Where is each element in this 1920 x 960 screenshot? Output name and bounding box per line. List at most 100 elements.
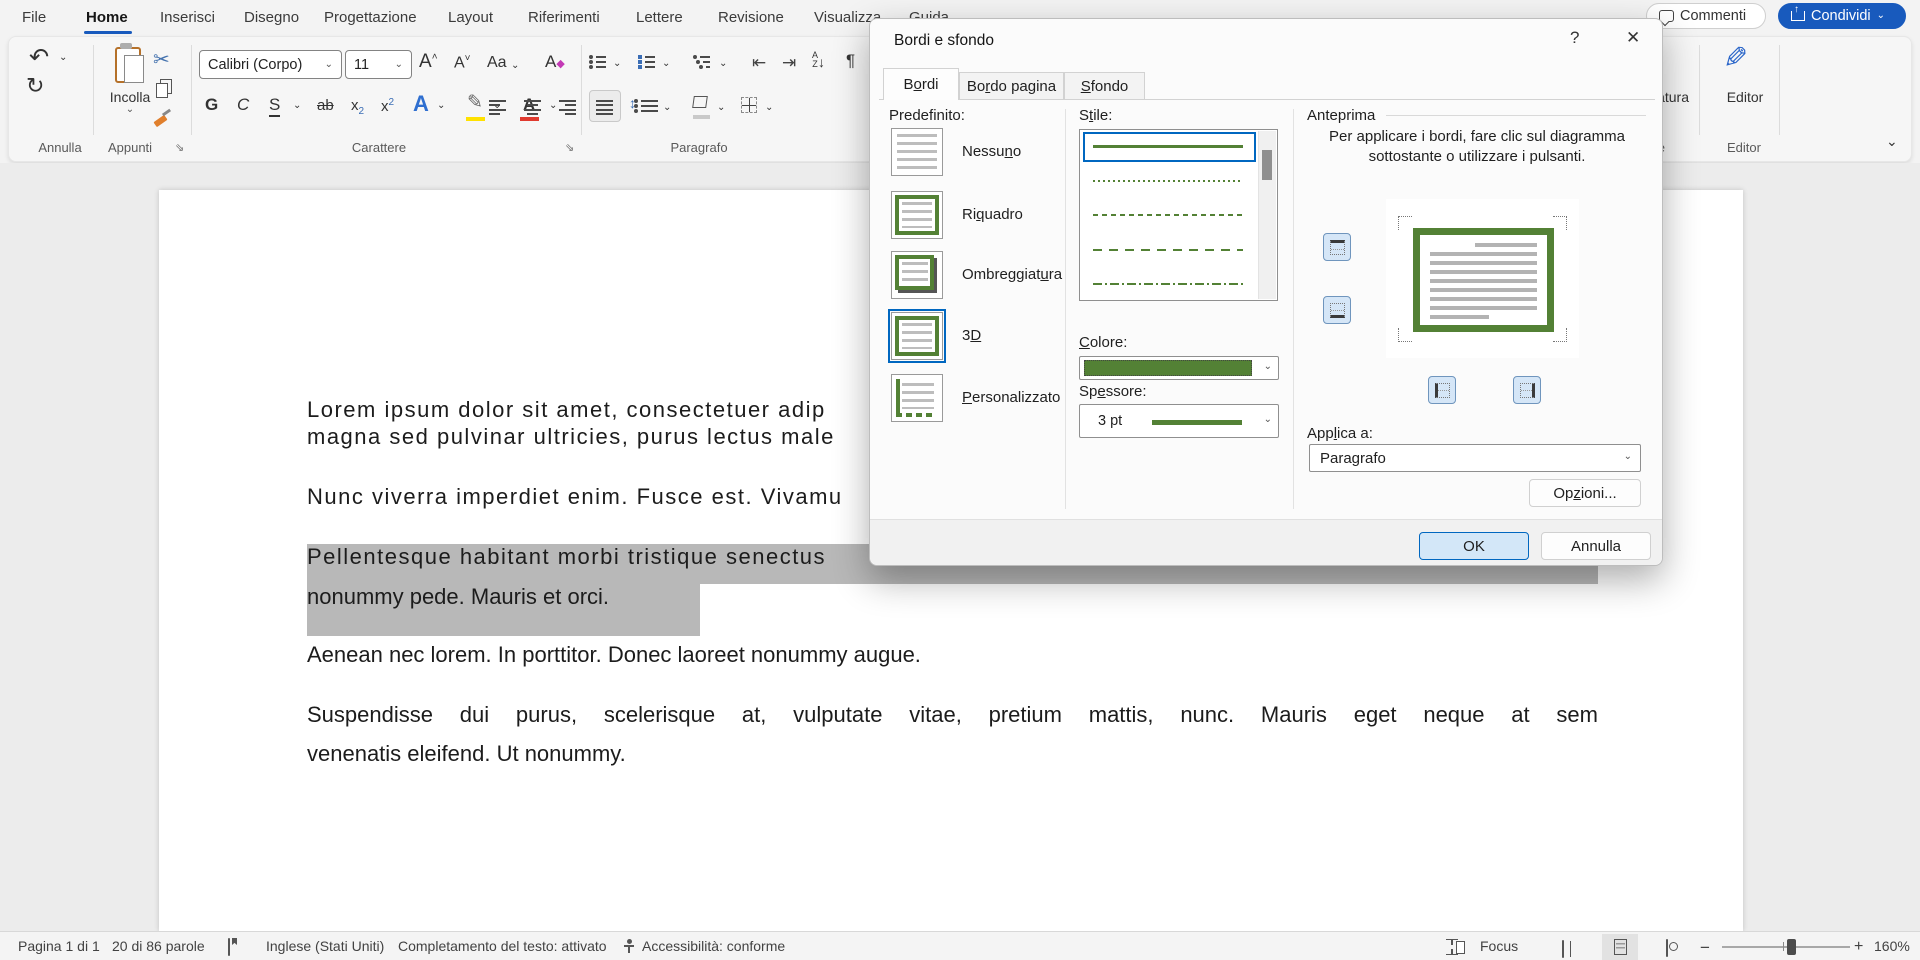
align-right-icon[interactable] xyxy=(559,97,576,118)
align-center-icon[interactable] xyxy=(524,97,541,118)
editor-button[interactable]: Editor xyxy=(1715,89,1775,105)
change-case-button[interactable]: Aa xyxy=(487,54,507,72)
style-option-dotted[interactable] xyxy=(1093,180,1243,182)
zoom-out-button[interactable]: − xyxy=(1700,938,1710,958)
word-count[interactable]: 20 di 86 parole xyxy=(112,938,205,954)
shrink-font-button[interactable]: A˅ xyxy=(454,53,471,72)
multilevel-list-icon[interactable] xyxy=(693,53,710,71)
preset-label-ombreggiatura[interactable]: Ombreggiatura xyxy=(962,266,1062,283)
style-listbox[interactable] xyxy=(1079,129,1278,301)
numbering-chevron-icon[interactable]: ⌄ xyxy=(662,59,670,69)
shading-icon[interactable] xyxy=(693,95,710,119)
toggle-left-border-button[interactable] xyxy=(1428,376,1456,404)
bullets-icon[interactable] xyxy=(589,53,606,71)
preset-label-personalizzato[interactable]: Personalizzato xyxy=(962,389,1060,406)
copy-button[interactable] xyxy=(156,79,170,96)
style-option-solid[interactable] xyxy=(1093,145,1243,148)
subscript-button[interactable]: x2 xyxy=(351,97,364,117)
web-layout-icon[interactable] xyxy=(1666,939,1668,957)
options-button[interactable]: Opzioni... xyxy=(1529,479,1641,507)
underline-chevron-icon[interactable]: ⌄ xyxy=(293,101,301,111)
help-button[interactable]: ? xyxy=(1570,28,1579,48)
scrollbar-thumb[interactable] xyxy=(1262,150,1272,180)
tab-riferimenti[interactable]: Riferimenti xyxy=(528,9,600,26)
font-name-combo[interactable]: Calibri (Corpo)⌄ xyxy=(199,50,342,79)
tab-lettere[interactable]: Lettere xyxy=(636,9,683,26)
cancel-button[interactable]: Annulla xyxy=(1541,532,1651,560)
preview-diagram[interactable] xyxy=(1386,199,1579,358)
undo-chevron-icon[interactable]: ⌄ xyxy=(59,53,67,63)
format-painter-button[interactable] xyxy=(152,109,170,127)
share-button[interactable]: Condividi ⌄ xyxy=(1778,3,1906,29)
preset-icon-3d[interactable] xyxy=(891,312,943,360)
zoom-level[interactable]: 160% xyxy=(1874,938,1910,954)
border-width-dropdown[interactable]: 3 pt ⌄ xyxy=(1079,404,1279,438)
effects-chevron-icon[interactable]: ⌄ xyxy=(437,101,445,111)
case-chevron-icon[interactable]: ⌄ xyxy=(511,61,519,71)
font-dialog-launcher[interactable]: ⇘ xyxy=(565,141,574,154)
text-completion-indicator[interactable]: Completamento del testo: attivato xyxy=(398,938,607,954)
tab-inserisci[interactable]: Inserisci xyxy=(160,9,215,26)
pilcrow-button[interactable]: ¶ xyxy=(846,51,855,71)
tab-revisione[interactable]: Revisione xyxy=(718,9,784,26)
toggle-bottom-border-button[interactable] xyxy=(1323,296,1351,324)
text-effects-button[interactable]: A xyxy=(413,91,429,117)
decrease-indent-icon[interactable]: ⇤ xyxy=(752,53,766,73)
preset-icon-personalizzato[interactable] xyxy=(891,374,943,422)
undo-button[interactable]: ↶ xyxy=(29,43,49,72)
borders-icon[interactable] xyxy=(741,97,757,113)
bullets-chevron-icon[interactable]: ⌄ xyxy=(613,59,621,69)
tab-progettazione[interactable]: Progettazione xyxy=(324,9,417,26)
line-spacing-chevron-icon[interactable]: ⌄ xyxy=(663,103,671,113)
editor-pen-icon[interactable]: ✎ xyxy=(1723,41,1748,76)
focus-button[interactable]: Focus xyxy=(1480,938,1518,954)
grow-font-button[interactable]: A˄ xyxy=(419,51,438,73)
underline-button[interactable]: S xyxy=(269,95,280,117)
print-layout-active[interactable] xyxy=(1602,934,1638,960)
page-indicator[interactable]: Pagina 1 di 1 xyxy=(18,938,100,954)
increase-indent-icon[interactable]: ⇥ xyxy=(782,53,796,73)
proofing-icon[interactable] xyxy=(228,938,230,956)
preset-icon-nessuno[interactable] xyxy=(891,128,943,176)
clear-formatting-button[interactable]: A◆ xyxy=(545,52,565,72)
zoom-slider-track[interactable] xyxy=(1722,946,1850,948)
style-scrollbar[interactable] xyxy=(1258,131,1276,299)
toggle-top-border-button[interactable] xyxy=(1323,233,1351,261)
ok-button[interactable]: OK xyxy=(1419,532,1529,560)
language-indicator[interactable]: Inglese (Stati Uniti) xyxy=(266,938,384,954)
toggle-right-border-button[interactable] xyxy=(1513,376,1541,404)
multilevel-chevron-icon[interactable]: ⌄ xyxy=(719,59,727,69)
close-icon[interactable]: ✕ xyxy=(1626,28,1640,48)
preset-label-riquadro[interactable]: Riquadro xyxy=(962,206,1023,223)
numbering-icon[interactable] xyxy=(638,53,655,71)
preset-icon-riquadro[interactable] xyxy=(891,191,943,239)
sort-icon[interactable]: AZ↓ xyxy=(812,51,825,72)
apply-to-dropdown[interactable]: Paragrafo ⌄ xyxy=(1309,444,1641,472)
read-mode-icon[interactable] xyxy=(1562,940,1564,958)
strikethrough-button[interactable]: ab xyxy=(317,97,334,114)
style-option-dash-dot[interactable] xyxy=(1093,283,1243,285)
style-option-dash-small[interactable] xyxy=(1093,214,1243,216)
paste-button[interactable]: Incolla ⌄ xyxy=(101,43,159,139)
comments-button[interactable]: Commenti xyxy=(1646,3,1766,29)
italic-button[interactable]: C xyxy=(237,95,249,115)
tab-disegno[interactable]: Disegno xyxy=(244,9,299,26)
collapse-ribbon-icon[interactable]: ⌄ xyxy=(1886,134,1898,148)
preset-label-nessuno[interactable]: Nessuno xyxy=(962,143,1021,160)
align-left-icon[interactable] xyxy=(489,97,506,118)
cut-button[interactable]: ✂ xyxy=(153,47,170,72)
dialog-tab-bordi[interactable]: Bordi xyxy=(883,68,959,100)
dialog-tab-sfondo[interactable]: Sfondo xyxy=(1064,72,1145,100)
font-color-chevron-icon[interactable]: ⌄ xyxy=(549,101,557,111)
highlight-button[interactable]: ✎ xyxy=(467,91,483,114)
clipboard-dialog-launcher[interactable]: ⇘ xyxy=(175,141,184,154)
justify-selected-box[interactable] xyxy=(589,90,621,122)
bold-button[interactable]: G xyxy=(205,95,218,115)
zoom-in-button[interactable]: + xyxy=(1854,938,1863,956)
tab-file[interactable]: File xyxy=(22,9,46,26)
redo-button[interactable]: ↻ xyxy=(26,73,44,99)
tab-layout[interactable]: Layout xyxy=(448,9,493,26)
border-color-dropdown[interactable]: ⌄ xyxy=(1079,356,1279,380)
superscript-button[interactable]: x2 xyxy=(381,97,394,115)
borders-chevron-icon[interactable]: ⌄ xyxy=(765,103,773,113)
